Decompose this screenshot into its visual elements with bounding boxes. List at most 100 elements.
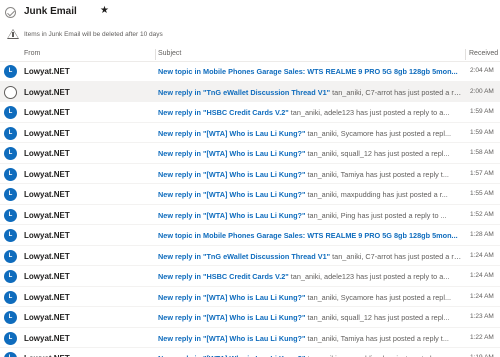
sender-name: Lowyat.NET [24,128,70,138]
message-subject-line: New reply in "[WTA] Who is Lau Li Kung?"… [158,170,463,179]
sender-name: Lowyat.NET [24,272,70,281]
message-subject: New reply in "[WTA] Who is Lau Li Kung?" [158,313,306,322]
message-subject: New topic in Mobile Phones Garage Sales:… [158,231,458,240]
message-preview: tan_aniki, C7-arrot has just posted a re… [332,87,463,97]
junk-notice-text: Items in Junk Email will be deleted afte… [24,31,163,38]
message-preview: tan_aniki, Tamiya has just posted a repl… [307,169,449,179]
favorite-star-icon[interactable]: ★ [100,5,109,16]
folder-header: Junk Email ★ [0,0,500,26]
message-preview: tan_aniki, squall_12 has just posted a r… [307,313,450,322]
message-subject: New reply in "HSBC Credit Cards V.2" [158,108,289,117]
message-row[interactable]: L Lowyat.NET New reply in "[WTA] Who is La… [0,143,500,164]
message-row[interactable]: L Lowyat.NET New reply in "[WTA] Who is La… [0,205,500,225]
message-row[interactable]: L Lowyat.NET New reply in "[WTA] Who is La… [0,164,500,184]
sender-name: Lowyat.NET [24,108,70,117]
select-message-radio[interactable] [4,85,17,99]
message-subject: New reply in "TnG eWallet Discussion Thr… [158,87,331,97]
sender-avatar[interactable]: L [4,249,17,263]
junk-notice: Items in Junk Email will be deleted afte… [0,26,500,44]
message-row[interactable]: L Lowyat.NET New topic in Mobile Phones Ga… [0,225,500,246]
sender-avatar[interactable]: L [4,126,17,140]
sender-name: Lowyat.NET [24,67,70,76]
received-time: 1:58 AM [470,149,494,156]
message-preview: tan_aniki, Ping has just posted a reply … [307,210,447,220]
sender-avatar[interactable]: L [4,106,17,119]
sender-name: Lowyat.NET [24,231,70,240]
message-preview: tan_aniki, Tamiya has just posted a repl… [307,333,449,343]
sender-avatar[interactable]: L [4,65,17,78]
message-subject-line: New reply in "HSBC Credit Cards V.2" tan… [158,272,463,281]
sender-avatar[interactable]: L [4,270,17,283]
message-subject-line: New topic in Mobile Phones Garage Sales:… [158,231,463,240]
sender-name: Lowyat.NET [24,210,70,220]
message-subject-line: New reply in "[WTA] Who is Lau Li Kung?"… [158,129,463,138]
select-all-checkbox-icon[interactable] [5,7,16,18]
message-subject: New reply in "[WTA] Who is Lau Li Kung?" [158,149,306,158]
message-subject: New reply in "[WTA] Who is Lau Li Kung?" [158,333,306,343]
message-preview: tan_aniki, adele123 has just posted a re… [290,108,450,117]
message-row[interactable]: LLowyat.NETNew reply in "[WTA] Who is La… [0,348,500,357]
message-row[interactable]: LLowyat.NETNew reply in "[WTA] Who is La… [0,307,500,328]
sender-name: Lowyat.NET [24,251,70,261]
received-time: 1:59 AM [470,128,494,136]
received-time: 1:22 AM [470,333,494,341]
message-subject: New reply in "HSBC Credit Cards V.2" [158,272,289,281]
received-time: 2:00 AM [470,87,494,95]
message-subject-line: New topic in Mobile Phones Garage Sales:… [158,67,463,76]
message-subject: New reply in "TnG eWallet Discussion Thr… [158,251,331,261]
sender-avatar[interactable]: L [4,208,17,222]
message-row[interactable]: L Lowyat.NET New reply in "[WTA] Who is La… [0,184,500,205]
message-subject-line: New reply in "[WTA] Who is Lau Li Kung?"… [158,190,463,199]
message-subject-line: New reply in "[WTA] Who is Lau Li Kung?"… [158,293,463,302]
sender-name: Lowyat.NET [24,169,70,179]
sender-avatar[interactable]: L [4,167,17,181]
column-divider[interactable] [465,49,466,60]
received-time: 2:04 AM [470,67,494,74]
message-subject: New reply in "[WTA] Who is Lau Li Kung?" [158,128,306,138]
message-subject: New reply in "[WTA] Who is Lau Li Kung?" [158,210,306,220]
sender-avatar[interactable]: L [4,352,17,357]
column-divider[interactable] [155,49,156,60]
message-subject: New reply in "[WTA] Who is Lau Li Kung?" [158,292,306,302]
sender-name: Lowyat.NET [24,333,70,343]
message-subject-line: New reply in "TnG eWallet Discussion Thr… [158,252,463,261]
received-time: 1:52 AM [470,210,494,218]
sender-avatar[interactable]: L [4,331,17,345]
column-from[interactable]: From [24,50,40,57]
message-row[interactable]: L Lowyat.NET New reply in "[WTA] Who is La… [0,328,500,348]
message-subject-line: New reply in "TnG eWallet Discussion Thr… [158,88,463,97]
message-row[interactable]: L Lowyat.NET New reply in "TnG eWallet Dis… [0,246,500,266]
warning-icon [7,29,19,39]
message-preview: tan_aniki, maxpudding has just posted a … [307,190,448,199]
received-time: 1:57 AM [470,169,494,177]
sender-name: Lowyat.NET [24,149,70,158]
sender-avatar[interactable]: L [4,147,17,160]
message-preview: tan_aniki, Sycamore has just posted a re… [307,128,452,138]
message-subject-line: New reply in "[WTA] Who is Lau Li Kung?"… [158,334,463,343]
message-row[interactable]: L Lowyat.NET New reply in "[WTA] Who is La… [0,123,500,143]
received-time: 1:23 AM [470,313,494,320]
message-row[interactable]: L Lowyat.NET New reply in "[WTA] Who is La… [0,287,500,307]
column-received[interactable]: Received [469,50,498,57]
message-subject: New topic in Mobile Phones Garage Sales:… [158,67,458,76]
sender-avatar[interactable]: L [4,229,17,242]
message-row[interactable]: Lowyat.NET New reply in "TnG eWallet Disc… [0,81,500,102]
message-subject-line: New reply in "[WTA] Who is Lau Li Kung?"… [158,313,463,322]
sender-name: Lowyat.NET [24,292,70,302]
sender-avatar[interactable]: L [4,188,17,201]
received-time: 1:28 AM [470,231,494,238]
sender-avatar[interactable]: L [4,311,17,324]
received-time: 1:24 AM [470,272,494,279]
message-row[interactable]: L Lowyat.NET New topic in Mobile Phones Ga… [0,61,500,82]
message-row[interactable]: L Lowyat.NET New reply in "HSBC Credit Car… [0,102,500,123]
sender-name: Lowyat.NET [24,190,70,199]
sender-avatar[interactable]: L [4,290,17,304]
message-subject: New reply in "[WTA] Who is Lau Li Kung?" [158,169,306,179]
column-subject[interactable]: Subject [158,50,181,57]
received-time: 1:24 AM [470,292,494,300]
message-row[interactable]: L Lowyat.NET New reply in "HSBC Credit Car… [0,266,500,287]
message-preview: tan_aniki, C7-arrot has just posted a re… [332,251,463,261]
message-subject-line: New reply in "[WTA] Who is Lau Li Kung?"… [158,211,463,220]
message-list: L Lowyat.NET New topic in Mobile Phones Ga… [0,61,500,357]
message-preview: tan_aniki, squall_12 has just posted a r… [307,149,450,158]
